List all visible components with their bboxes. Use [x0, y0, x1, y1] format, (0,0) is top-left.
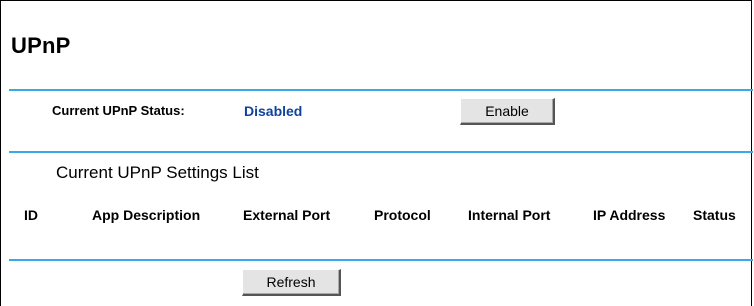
column-header-id: ID — [24, 207, 38, 223]
divider-middle — [9, 151, 753, 153]
column-header-internal-port: Internal Port — [468, 207, 551, 223]
column-header-external-port: External Port — [243, 207, 331, 223]
divider-top — [9, 89, 753, 91]
enable-button[interactable]: Enable — [460, 98, 555, 125]
divider-bottom — [9, 259, 753, 261]
column-header-protocol: Protocol — [374, 207, 431, 223]
upnp-panel: UPnP Current UPnP Status: Disabled Enabl… — [0, 0, 753, 306]
upnp-status-value: Disabled — [244, 103, 303, 119]
settings-list-heading: Current UPnP Settings List — [56, 163, 259, 182]
column-header-status: Status — [693, 207, 736, 223]
column-header-app-description: App Description — [92, 207, 201, 223]
refresh-button[interactable]: Refresh — [242, 269, 341, 296]
page-title: UPnP — [11, 33, 71, 58]
upnp-status-label: Current UPnP Status: — [52, 103, 185, 118]
column-header-ip-address: IP Address — [593, 207, 666, 223]
